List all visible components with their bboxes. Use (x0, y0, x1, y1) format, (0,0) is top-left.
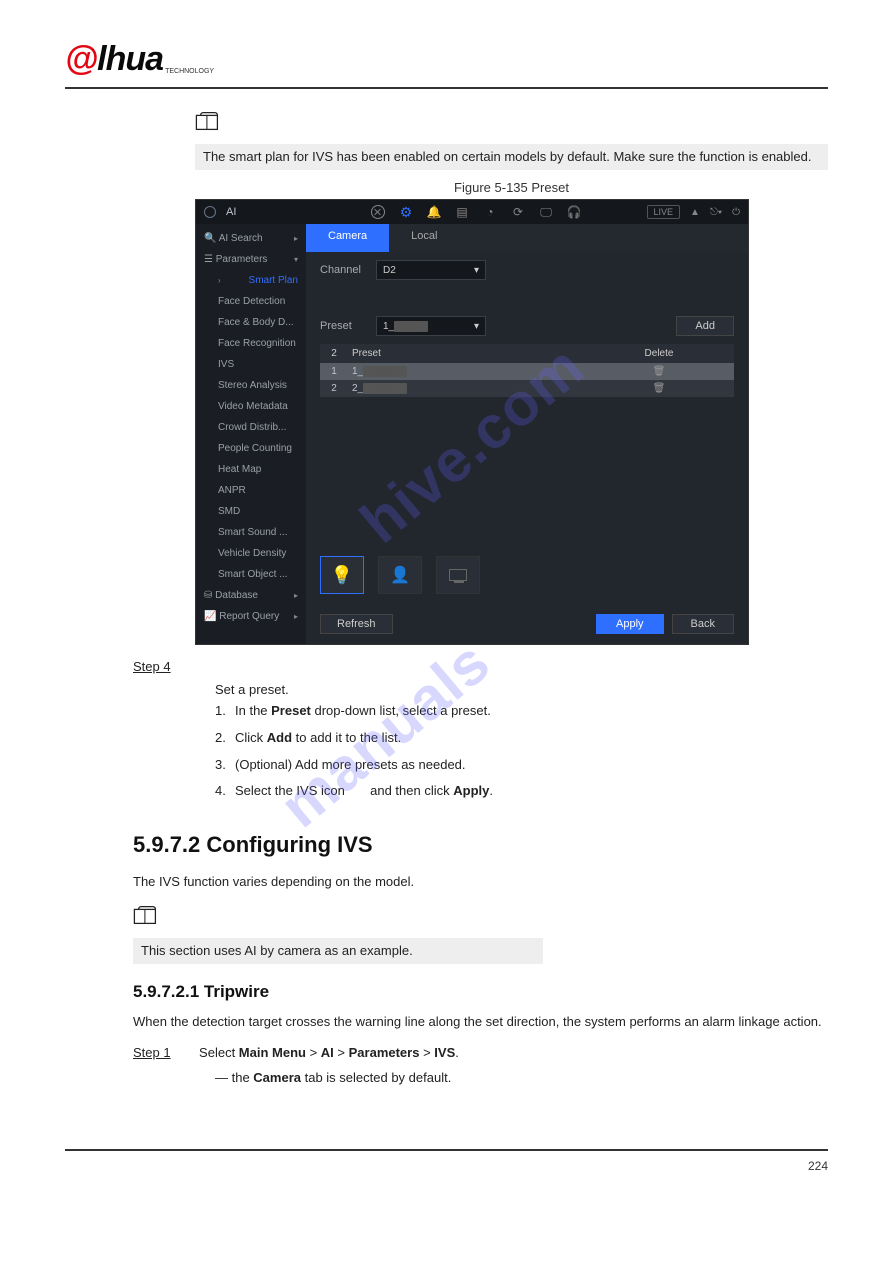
main-panel: Camera Local Channel D2▾ Preset 1_xx▾ Ad… (306, 224, 748, 644)
sidebar-item-crowd[interactable]: Crowd Distrib... (196, 417, 306, 438)
sidebar-item-vehicle-density[interactable]: Vehicle Density (196, 543, 306, 564)
step-label: Step 4 (133, 659, 828, 674)
close-circle-icon[interactable] (371, 205, 385, 219)
brand-logo: @lhua TECHNOLOGY (65, 40, 214, 79)
gauge-icon[interactable]: ◔ (483, 205, 497, 219)
note-text: The smart plan for IVS has been enabled … (195, 144, 828, 170)
chevron-right-icon: ▸ (294, 591, 298, 600)
button-row: Refresh Apply Back (306, 606, 748, 644)
sidebar-item-smart-sound[interactable]: Smart Sound ... (196, 522, 306, 543)
gear-icon[interactable]: ⚙ (399, 205, 413, 219)
live-badge[interactable]: LIVE (647, 205, 681, 219)
logo-subtitle: TECHNOLOGY (165, 68, 214, 75)
tab-row: Camera Local (306, 224, 748, 252)
chevron-right-icon: ▸ (294, 234, 298, 243)
step-text: Set a preset. (215, 680, 828, 701)
ivs-plan-icon[interactable]: 💡 (320, 556, 364, 594)
app-titlebar: AI ⚙ 🔔 ▤ ◔ ⟳ 🖵 🎧 LIVE ▲ ⎋▾ ⏻ (196, 200, 748, 224)
col-count: 2 (320, 348, 348, 359)
table-row[interactable]: 1 1_xxxx 🗑 (320, 363, 734, 380)
sidebar-item-people-counting[interactable]: People Counting (196, 438, 306, 459)
refresh-button[interactable]: Refresh (320, 614, 393, 634)
sidebar-item-report-query[interactable]: 📈 Report Query▸ (196, 606, 306, 627)
table-row[interactable]: 2 2_xxxx 🗑 (320, 380, 734, 397)
preset-table: 2 Preset Delete 1 1_xxxx 🗑 2 2_xxxx 🗑 (320, 344, 734, 397)
page-header: @lhua TECHNOLOGY (65, 40, 828, 89)
logo-text: lhua (97, 40, 163, 79)
body-text: The IVS function varies depending on the… (133, 872, 828, 893)
add-button[interactable]: Add (676, 316, 734, 336)
step-text: Select Main Menu > AI > Parameters > IVS… (199, 1045, 459, 1060)
channel-label: Channel (320, 264, 366, 276)
step-tail: — the Camera tab is selected by default. (215, 1068, 828, 1089)
lightbulb-icon: 💡 (331, 565, 353, 586)
sidebar-item-video-metadata[interactable]: Video Metadata (196, 396, 306, 417)
globe-icon (204, 206, 216, 218)
channel-select[interactable]: D2▾ (376, 260, 486, 280)
tab-local[interactable]: Local (389, 224, 459, 252)
note-icon (195, 109, 223, 138)
sidebar-item-ivs[interactable]: IVS (196, 354, 306, 375)
user-icon[interactable]: ▲ (690, 207, 700, 218)
power-icon[interactable]: ⏻ (732, 207, 740, 218)
dropdown-icon[interactable]: ⎋▾ (710, 207, 722, 218)
sidebar-item-face-detection[interactable]: Face Detection (196, 291, 306, 312)
figure-caption: Figure 5-135 Preset (195, 180, 828, 195)
list-item: 4.Select the IVS icon and then click App… (215, 781, 828, 802)
step-label: Step 1 (133, 1045, 171, 1060)
sidebar-item-smd[interactable]: SMD (196, 501, 306, 522)
sidebar-item-heat-map[interactable]: Heat Map (196, 459, 306, 480)
col-delete: Delete (584, 348, 734, 359)
screen-plan-icon[interactable] (436, 556, 480, 594)
sidebar-item-face-body[interactable]: Face & Body D... (196, 312, 306, 333)
apply-button[interactable]: Apply (596, 614, 664, 634)
headset-icon[interactable]: 🎧 (567, 205, 581, 219)
bell-icon[interactable]: 🔔 (427, 205, 441, 219)
section-heading: 5.9.7.2 Configuring IVS (133, 832, 828, 858)
col-preset: Preset (348, 348, 584, 359)
tab-camera[interactable]: Camera (306, 224, 389, 252)
sidebar: 🔍 AI Search▸ ☰ Parameters▾ ›Smart Plan F… (196, 224, 306, 644)
chevron-down-icon: ▾ (474, 321, 479, 332)
screen-icon (449, 569, 467, 581)
top-right-controls: LIVE ▲ ⎋▾ ⏻ (647, 205, 740, 219)
sidebar-item-database[interactable]: ⛁ Database▸ (196, 585, 306, 606)
chevron-right-icon: ▸ (294, 612, 298, 621)
sidebar-item-parameters[interactable]: ☰ Parameters▾ (196, 249, 306, 270)
note-icon (133, 903, 161, 932)
logo-letter-a: @ (65, 40, 97, 79)
chevron-down-icon: ▾ (474, 265, 479, 276)
plan-icon-row: 💡 👤 (306, 544, 748, 606)
doc-icon[interactable]: ▤ (455, 205, 469, 219)
body-text: When the detection target crosses the wa… (133, 1012, 828, 1033)
subsection-heading: 5.9.7.2.1 Tripwire (133, 982, 828, 1002)
chevron-down-icon: ▾ (294, 255, 298, 264)
preset-select[interactable]: 1_xx▾ (376, 316, 486, 336)
app-title: AI (226, 206, 236, 218)
face-plan-icon[interactable]: 👤 (378, 556, 422, 594)
person-icon: 👤 (390, 565, 410, 585)
sidebar-item-stereo[interactable]: Stereo Analysis (196, 375, 306, 396)
sidebar-item-anpr[interactable]: ANPR (196, 480, 306, 501)
refresh-icon[interactable]: ⟳ (511, 205, 525, 219)
sidebar-item-smart-plan[interactable]: ›Smart Plan (196, 270, 306, 291)
table-header: 2 Preset Delete (320, 344, 734, 363)
list-item: 2.Click Add to add it to the list. (215, 728, 828, 749)
app-screenshot: AI ⚙ 🔔 ▤ ◔ ⟳ 🖵 🎧 LIVE ▲ ⎋▾ ⏻ 🔍 AI Search… (195, 199, 749, 645)
page-footer: 224 (65, 1149, 828, 1173)
monitor-icon[interactable]: 🖵 (539, 205, 553, 219)
delete-icon[interactable]: 🗑 (584, 366, 734, 377)
back-button[interactable]: Back (672, 614, 734, 634)
note-text: This section uses AI by camera as an exa… (133, 938, 543, 964)
sidebar-item-smart-object[interactable]: Smart Object ... (196, 564, 306, 585)
sidebar-item-ai-search[interactable]: 🔍 AI Search▸ (196, 228, 306, 249)
delete-icon[interactable]: 🗑 (584, 383, 734, 394)
top-icon-row: ⚙ 🔔 ▤ ◔ ⟳ 🖵 🎧 (371, 205, 581, 219)
preset-label: Preset (320, 320, 366, 332)
list-item: 3.(Optional) Add more presets as needed. (215, 755, 828, 776)
list-item: 1.In the Preset drop-down list, select a… (215, 701, 828, 722)
sidebar-item-face-recognition[interactable]: Face Recognition (196, 333, 306, 354)
substep-list: 1.In the Preset drop-down list, select a… (215, 701, 828, 802)
